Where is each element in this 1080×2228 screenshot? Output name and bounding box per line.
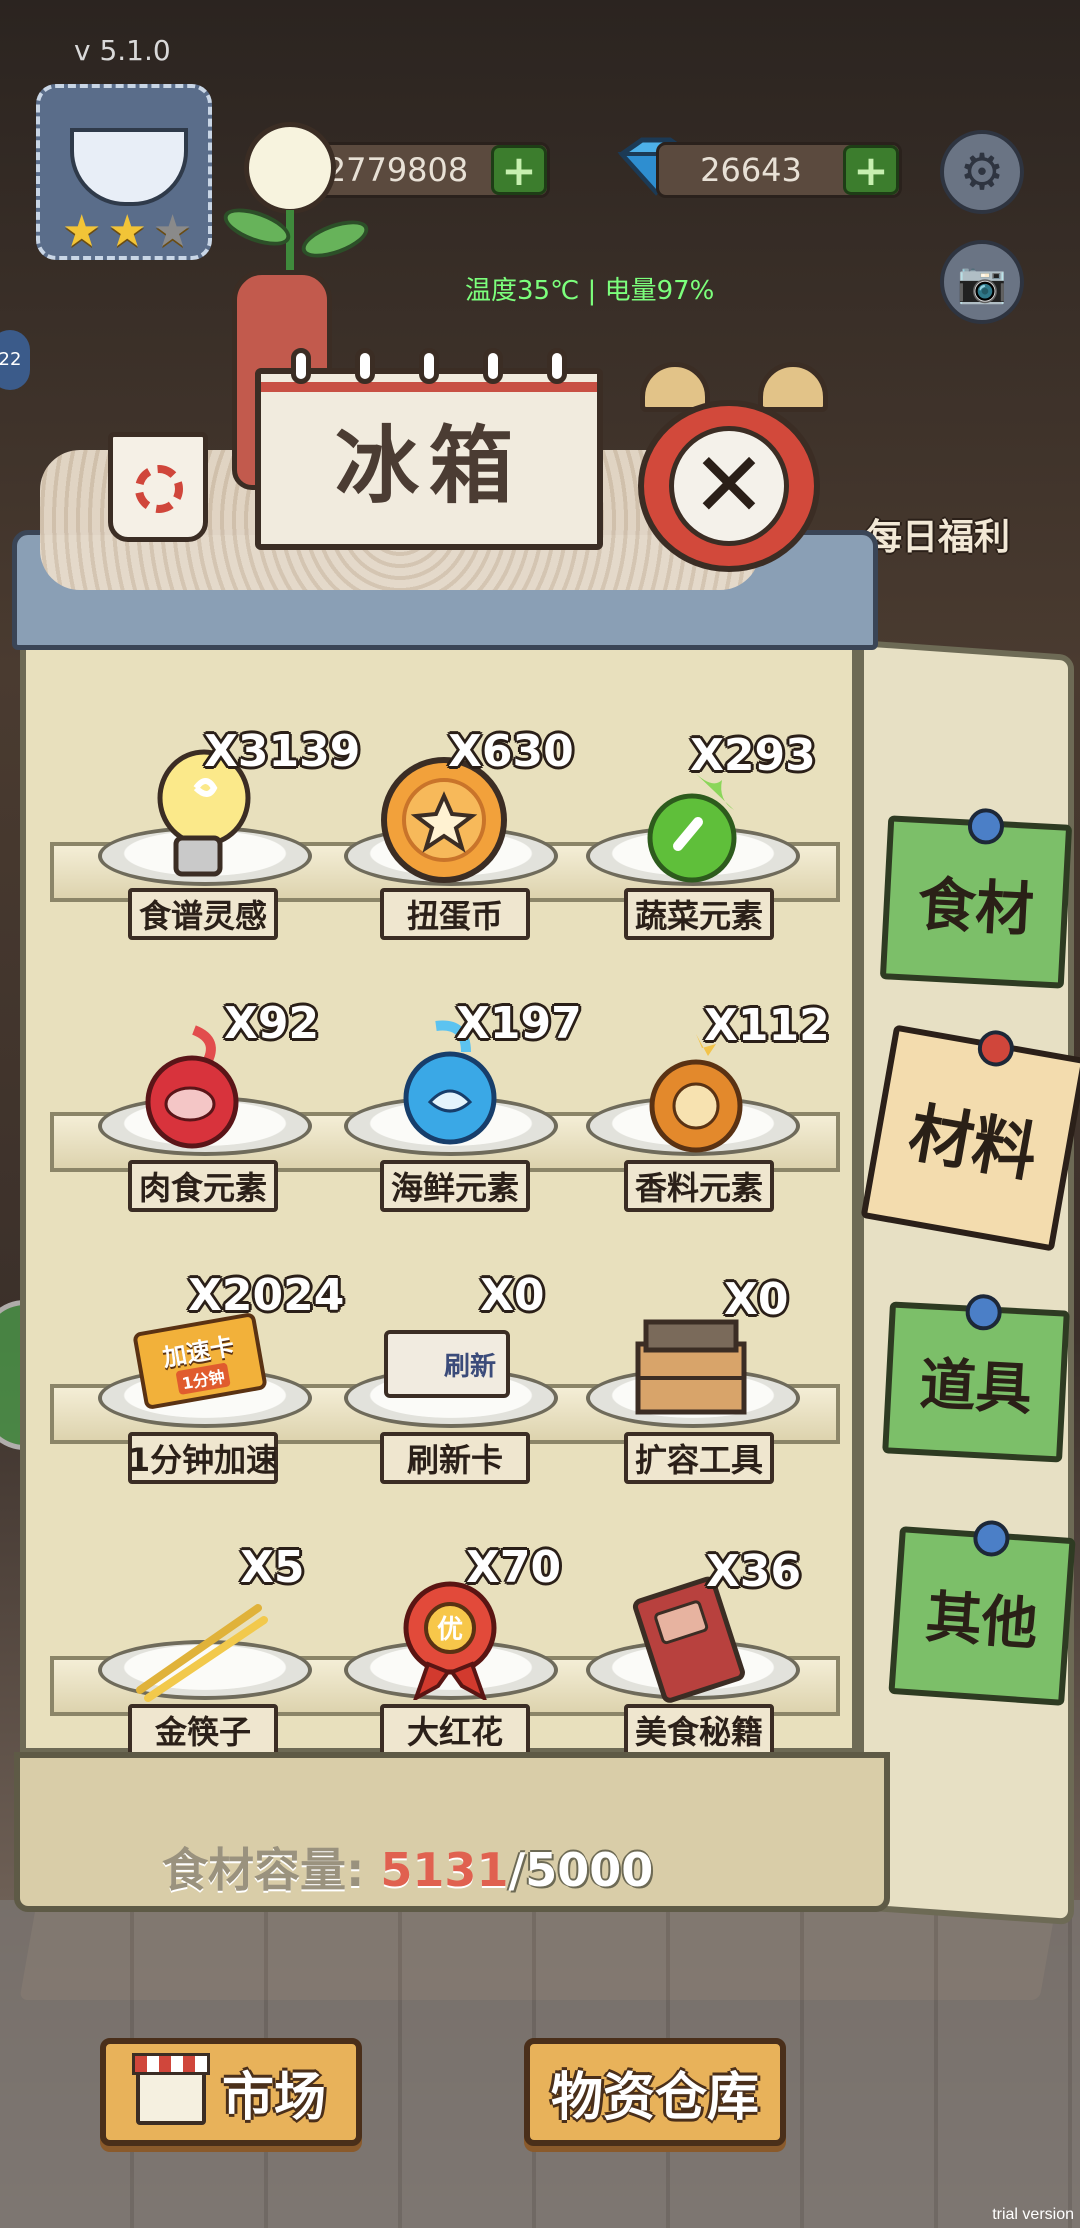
tab-others[interactable]: 其他 (888, 1519, 1076, 1706)
item-label: 蔬菜元素 (624, 888, 774, 940)
pin-icon (967, 807, 1005, 846)
golden-chopsticks-icon[interactable] (130, 1594, 270, 1704)
refresh-card-icon[interactable]: 刷新 (384, 1330, 510, 1398)
settings-gear-icon[interactable]: ⚙ (940, 130, 1024, 214)
item-count: X36 (706, 1546, 802, 1597)
star-icon: ★ (62, 206, 102, 257)
red-flower-icon[interactable]: 优 (392, 1580, 508, 1700)
noodle-bowl-icon (70, 128, 188, 206)
rating-stars: ★ ★ ★ (62, 210, 192, 254)
tab-label: 道具 (918, 1351, 1034, 1423)
daily-welfare-button[interactable]: 每日福利 (866, 508, 1010, 560)
ring-icon (547, 348, 567, 384)
item-count: X197 (456, 998, 582, 1049)
tab-label: 其他 (923, 1584, 1040, 1658)
item-label: 金筷子 (128, 1704, 278, 1756)
ring-icon (419, 348, 439, 384)
item-count: X112 (704, 1000, 830, 1051)
warehouse-button[interactable]: 物资仓库 (524, 2038, 786, 2146)
item-label: 刷新卡 (380, 1432, 530, 1484)
item-count: X92 (224, 998, 320, 1049)
camera-icon[interactable]: 📷 (940, 240, 1024, 324)
fridge-title: 冰箱 (334, 416, 523, 515)
version-label: v 5.1.0 (74, 34, 171, 67)
tab-label: 食材 (916, 870, 1036, 944)
flower-badge-text: 优 (437, 1615, 463, 1645)
add-gems-button[interactable]: + (843, 145, 899, 195)
item-label: 大红花 (380, 1704, 530, 1756)
card-text: 刷新 (443, 1351, 496, 1382)
item-count: X0 (480, 1270, 545, 1321)
tab-items[interactable]: 道具 (882, 1293, 1070, 1463)
item-label: 1分钟加速 (128, 1432, 278, 1484)
capacity-label: 食材容量: (162, 1843, 365, 1897)
item-label: 扭蛋币 (380, 888, 530, 940)
item-count: X0 (724, 1274, 789, 1325)
capacity-total: /5000 (508, 1843, 654, 1897)
side-badge[interactable]: 22 (0, 330, 30, 390)
pin-icon (964, 1293, 1003, 1332)
item-label: 扩容工具 (624, 1432, 774, 1484)
restaurant-dish-badge[interactable]: ★ ★ ★ (36, 84, 212, 260)
add-coins-button[interactable]: + (491, 145, 547, 195)
ring-icon (291, 348, 311, 384)
star-empty-icon: ★ (152, 206, 193, 257)
close-button[interactable]: ✕ (638, 400, 820, 572)
device-status: 温度35℃ | 电量97% (465, 276, 715, 306)
coin-counter: 2779808 + (300, 142, 550, 198)
mug-pattern (135, 465, 183, 513)
rose-icon (244, 122, 336, 214)
tab-ingredients[interactable]: 食材 (879, 807, 1073, 989)
item-label: 美食秘籍 (624, 1704, 774, 1756)
gem-counter: 26643 + (656, 142, 902, 198)
tab-materials[interactable]: 材料 (860, 1024, 1080, 1252)
item-count: X2024 (188, 1270, 345, 1321)
market-label: 市场 (221, 2067, 326, 2128)
item-count: X3139 (204, 726, 361, 777)
item-count: X5 (240, 1542, 305, 1593)
warehouse-label: 物资仓库 (550, 2067, 759, 2128)
item-count: X70 (466, 1542, 562, 1593)
sign-rings (291, 348, 567, 384)
market-stall-icon (131, 2053, 210, 2125)
capacity-used: 5131 (380, 1843, 509, 1897)
watermark: trial version (992, 2206, 1074, 2223)
star-icon: ★ (107, 206, 147, 257)
fridge-title-sign: 冰箱 (255, 348, 603, 550)
item-label: 海鲜元素 (380, 1160, 530, 1212)
close-icon: ✕ (669, 426, 789, 546)
capacity-display: 食材容量: 5131/5000 (162, 1834, 653, 1900)
item-count: X293 (690, 730, 816, 781)
item-label: 食谱灵感 (128, 888, 278, 940)
ring-icon (483, 348, 503, 384)
gem-value: 26643 (700, 151, 802, 189)
item-label: 香料元素 (624, 1160, 774, 1212)
mug-icon (108, 432, 208, 542)
ring-icon (355, 348, 375, 384)
item-label: 肉食元素 (128, 1160, 278, 1212)
market-button[interactable]: 市场 (100, 2038, 362, 2146)
tab-label: 材料 (903, 1096, 1043, 1192)
item-count: X630 (448, 726, 574, 777)
